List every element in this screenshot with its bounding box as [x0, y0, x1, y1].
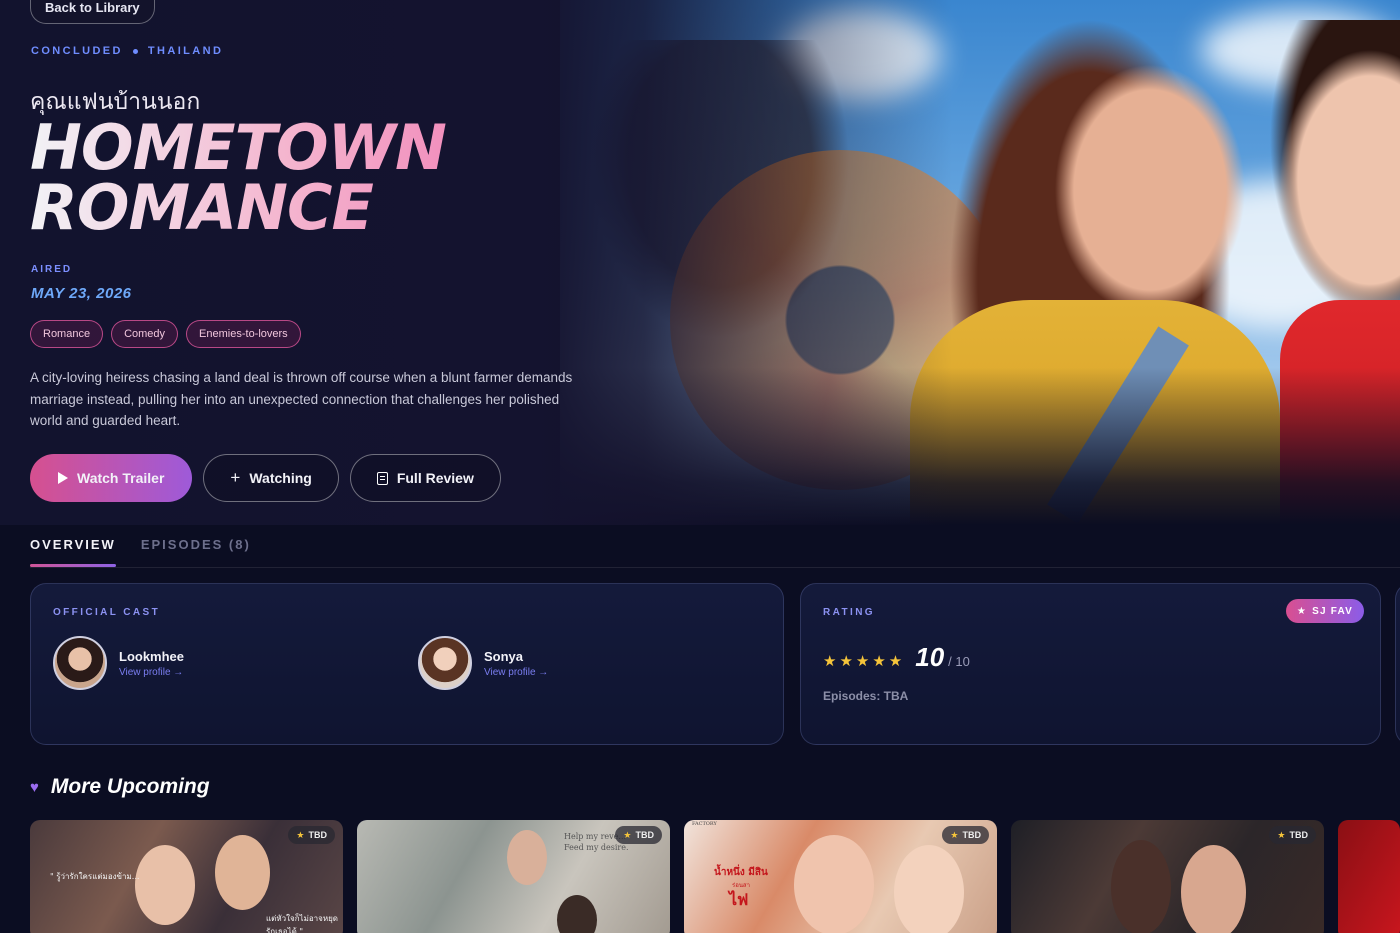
title-line-2: ROMANCE [30, 171, 373, 244]
genre-tags: Romance Comedy Enemies-to-lovers [30, 320, 301, 348]
poster-text: น้ำหนึ่ง มีสิน [714, 867, 768, 878]
action-buttons: Watch Trailer + Watching Full Review [30, 454, 501, 502]
rating-row: ★★★★★ 10 / 10 [823, 642, 970, 673]
fav-badge: ★ SJ FAV [1285, 599, 1364, 623]
tab-episodes[interactable]: EPISODES (8) [141, 530, 251, 567]
star-icon: ★ [296, 829, 305, 840]
watch-trailer-button[interactable]: Watch Trailer [30, 454, 193, 502]
full-review-label: Full Review [396, 470, 474, 486]
title-line-1: HOMETOWN [30, 111, 446, 184]
upcoming-poster[interactable]: Help my reve... Feed my desire. ★ TBD [357, 820, 670, 933]
separator-dot-icon [132, 48, 138, 54]
genre-tag[interactable]: Comedy [111, 320, 179, 348]
synopsis: A city-loving heiress chasing a land dea… [30, 370, 573, 428]
rating-score-max: / 10 [948, 654, 970, 669]
watching-button[interactable]: + Watching [203, 454, 339, 502]
tbd-label: TBD [308, 830, 328, 840]
aired-label: AIRED [31, 264, 73, 275]
star-icon: ★ [1296, 605, 1308, 617]
star-icon: ★ [1277, 829, 1286, 840]
poster-text: Feed my desire. [564, 843, 629, 852]
plus-icon: + [230, 468, 241, 487]
poster-text: FACTORY [692, 821, 717, 827]
rating-card: RATING ★ SJ FAV ★★★★★ 10 / 10 Episodes: … [800, 583, 1381, 745]
rating-stars-icon: ★★★★★ [823, 653, 906, 670]
cast-member[interactable]: Sonya View profile → [418, 636, 548, 690]
section-title: More Upcoming [50, 775, 210, 798]
more-upcoming-header: ♥ More Upcoming [30, 775, 210, 799]
document-icon [376, 471, 388, 485]
cast-card: OFFICIAL CAST Lookmhee View profile → So… [30, 583, 784, 745]
hero-banner: Back to Library CONCLUDED THAILAND คุณแฟ… [0, 0, 1400, 525]
upcoming-posters: " รู้ว่ารักใครแต่มองข้าม... แต่หัวใจก็ไม… [30, 820, 1400, 933]
star-icon: ★ [950, 829, 959, 840]
upcoming-poster[interactable]: ★ TBD [1011, 820, 1324, 933]
tbd-label: TBD [635, 830, 655, 840]
rating-card-label: RATING [823, 607, 875, 618]
upcoming-poster[interactable] [1338, 820, 1400, 933]
view-profile-link[interactable]: View profile → [484, 667, 548, 678]
status-meta: CONCLUDED THAILAND [31, 45, 223, 57]
tab-overview[interactable]: OVERVIEW [30, 530, 116, 567]
poster-text: " รู้ว่ารักใครแต่มองข้าม... [50, 872, 140, 881]
upcoming-poster[interactable]: " รู้ว่ารักใครแต่มองข้าม... แต่หัวใจก็ไม… [30, 820, 343, 933]
episodes-count: Episodes: TBA [823, 689, 909, 703]
extra-card [1395, 583, 1400, 745]
country-label: THAILAND [147, 45, 224, 57]
poster-text: แต่หัวใจก็ไม่อาจหยุดรักเธอได้ " [266, 914, 338, 933]
back-to-library-button[interactable]: Back to Library [30, 0, 155, 24]
avatar[interactable] [53, 636, 107, 690]
upcoming-poster[interactable]: FACTORY น้ำหนึ่ง มีสิน ร่อนสา ไฟ ★ TBD [684, 820, 997, 933]
tbd-badge: ★ TBD [1269, 826, 1316, 844]
heart-icon: ♥ [30, 778, 39, 796]
tbd-badge: ★ TBD [942, 826, 989, 844]
status-label: CONCLUDED [31, 45, 123, 57]
tbd-label: TBD [962, 830, 982, 840]
aired-date: MAY 23, 2026 [31, 285, 132, 302]
play-icon [58, 472, 68, 484]
avatar[interactable] [418, 636, 472, 690]
tbd-label: TBD [1289, 830, 1309, 840]
detail-tabs: OVERVIEW EPISODES (8) [30, 530, 1400, 568]
watching-label: Watching [249, 470, 312, 486]
cast-name: Sonya [484, 648, 524, 664]
full-review-button[interactable]: Full Review [349, 454, 501, 502]
cast-card-label: OFFICIAL CAST [53, 607, 161, 618]
watch-trailer-label: Watch Trailer [77, 470, 165, 486]
fav-badge-label: SJ FAV [1312, 605, 1353, 617]
star-icon: ★ [623, 829, 632, 840]
cast-member[interactable]: Lookmhee View profile → [53, 636, 184, 690]
poster-text: ไฟ [729, 890, 749, 909]
page-title: HOMETOWN ROMANCE [30, 118, 590, 238]
genre-tag[interactable]: Enemies-to-lovers [186, 320, 301, 348]
tbd-badge: ★ TBD [615, 826, 662, 844]
genre-tag[interactable]: Romance [30, 320, 104, 348]
tbd-badge: ★ TBD [288, 826, 335, 844]
cast-name: Lookmhee [119, 648, 185, 664]
view-profile-link[interactable]: View profile → [119, 667, 184, 678]
rating-score: 10 [915, 642, 945, 672]
